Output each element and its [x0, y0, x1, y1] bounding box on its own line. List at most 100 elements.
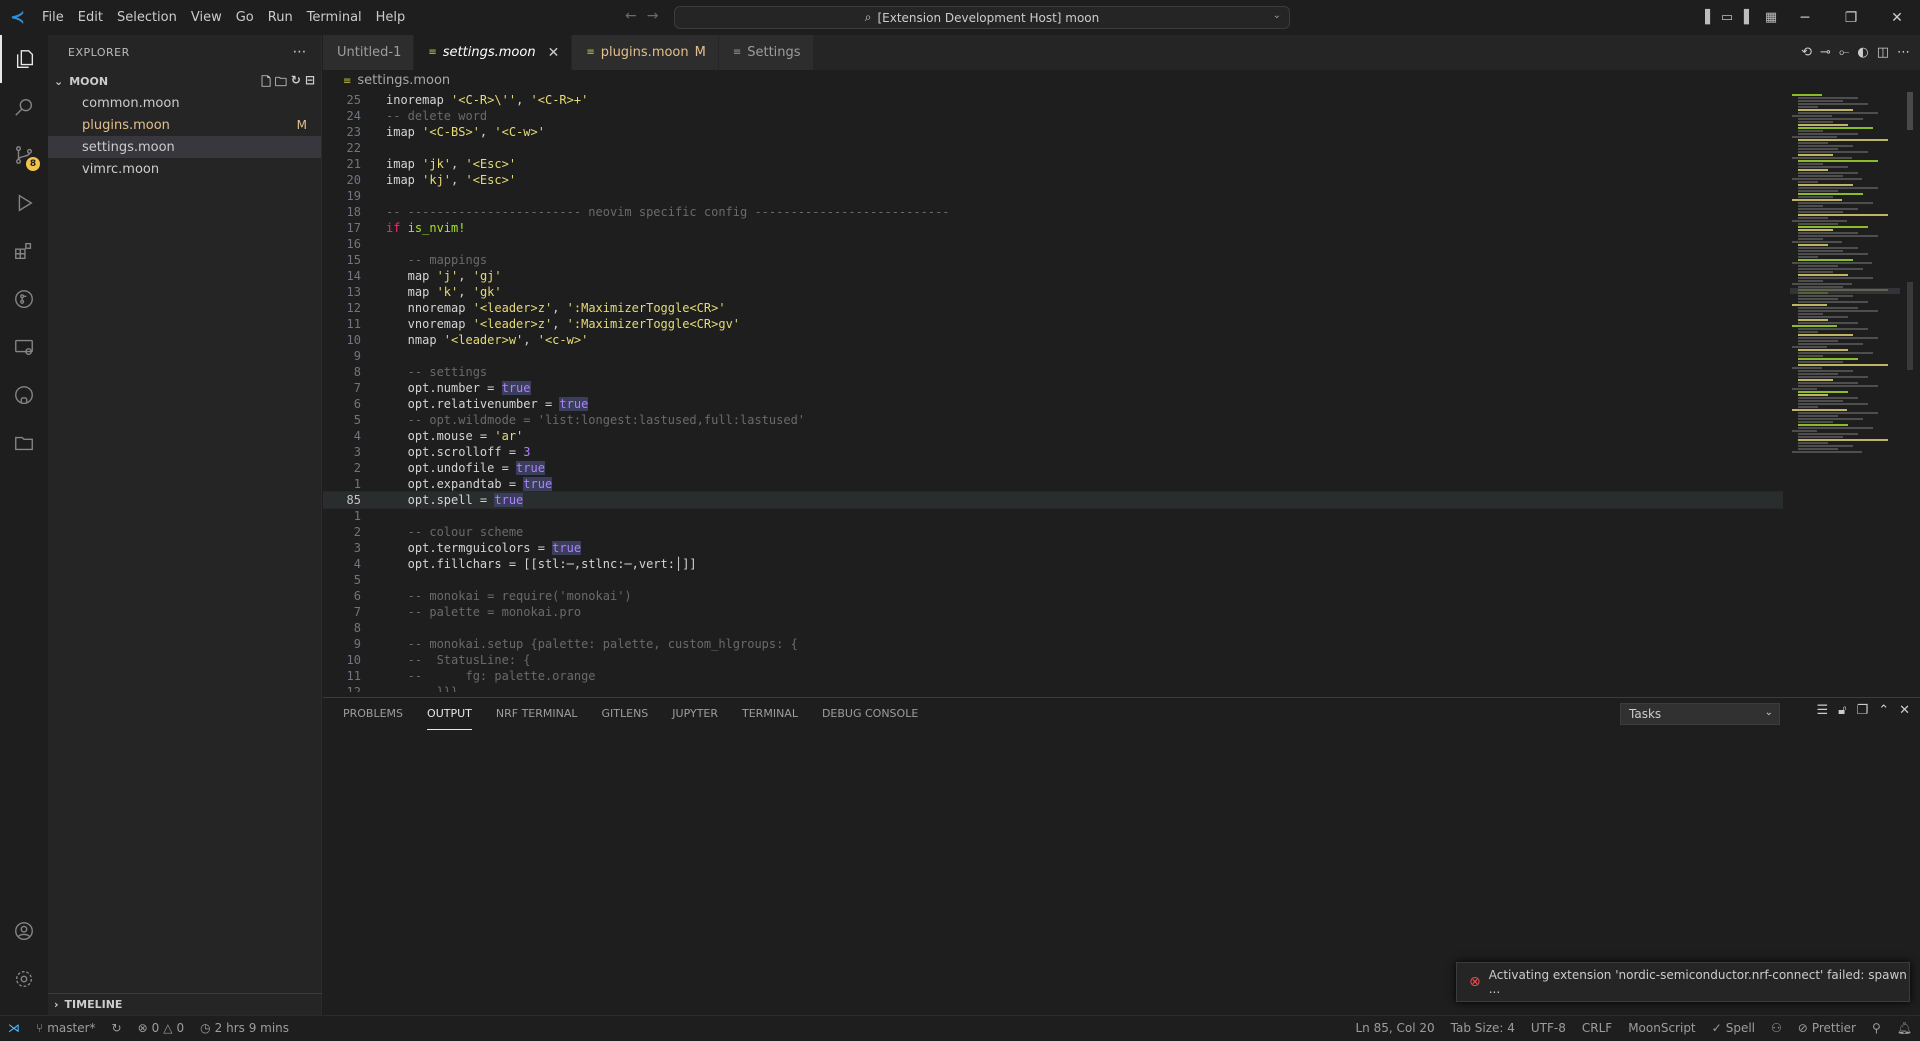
file-settings-moon[interactable]: settings.moon — [48, 136, 321, 158]
time-tracker[interactable]: ◷ 2 hrs 9 mins — [192, 1016, 297, 1041]
file-plugins-moon[interactable]: plugins.moon M — [48, 114, 321, 136]
more-actions-icon[interactable]: ⋯ — [293, 44, 308, 60]
toggle-secondary-sidebar-icon[interactable]: ▌ — [1738, 7, 1760, 29]
prettier-status[interactable]: ⊘ Prettier — [1790, 1016, 1864, 1041]
minimap-viewport[interactable] — [1790, 288, 1900, 294]
menu-help[interactable]: Help — [369, 0, 413, 35]
forward-arrow-icon[interactable]: → — [647, 8, 669, 24]
menu-terminal[interactable]: Terminal — [300, 0, 369, 35]
folder-moon[interactable]: ⌄ MOON 🗋 🗀 ↻ ⊟ — [48, 70, 321, 92]
output-channel-select[interactable]: Tasks ⌄ — [1620, 703, 1780, 725]
panel-tab-debug-console[interactable]: DEBUG CONSOLE — [822, 698, 918, 730]
code-line[interactable]: 14 map 'j', 'gj' — [323, 268, 1783, 284]
code-line[interactable]: 8 -- settings — [323, 364, 1783, 380]
code-line[interactable]: 9 -- monokai.setup {palette: palette, cu… — [323, 636, 1783, 652]
error-notification[interactable]: ⊗ Activating extension 'nordic-semicondu… — [1456, 962, 1910, 1002]
command-center[interactable]: ⌕ [Extension Development Host] moon ⌄ — [674, 6, 1290, 29]
lock-scroll-icon[interactable]: 🔓︎ — [1838, 703, 1846, 718]
branch-status[interactable]: ⑂ master* — [28, 1016, 104, 1041]
code-line[interactable]: 8 — [323, 620, 1783, 636]
more-actions-icon[interactable]: ⋯ — [1897, 45, 1910, 60]
menu-selection[interactable]: Selection — [110, 0, 184, 35]
code-line[interactable]: 21 imap 'jk', '<Esc>' — [323, 156, 1783, 172]
minimap[interactable] — [1790, 92, 1900, 692]
code-line[interactable]: 6 -- monokai = require('monokai') — [323, 588, 1783, 604]
encoding[interactable]: UTF-8 — [1523, 1016, 1574, 1041]
code-line[interactable]: 24 -- delete word — [323, 108, 1783, 124]
panel-tab-terminal[interactable]: TERMINAL — [742, 698, 798, 730]
code-line[interactable]: 19 — [323, 188, 1783, 204]
refresh-icon[interactable]: ↻ — [291, 73, 301, 94]
code-line[interactable]: 11 vnoremap '<leader>z', ':MaximizerTogg… — [323, 316, 1783, 332]
file-common-moon[interactable]: common.moon — [48, 92, 321, 114]
gear-icon[interactable] — [0, 955, 48, 1003]
explorer-icon[interactable] — [0, 35, 48, 83]
notifications-bell-icon[interactable]: 🔔︎ — [1889, 1016, 1920, 1041]
code-line[interactable]: 1 — [323, 508, 1783, 524]
code-line[interactable]: 9 — [323, 348, 1783, 364]
account-icon[interactable] — [0, 907, 48, 955]
code-line[interactable]: 15 -- mappings — [323, 252, 1783, 268]
timeline-section[interactable]: › TIMELINE — [48, 993, 322, 1015]
remote-indicator[interactable]: ⋊ — [0, 1016, 28, 1041]
clear-output-icon[interactable]: ☰ — [1816, 703, 1828, 718]
code-line[interactable]: 20 imap 'kj', '<Esc>' — [323, 172, 1783, 188]
code-line[interactable]: 3 opt.termguicolors = true — [323, 540, 1783, 556]
panel-tab-jupyter[interactable]: JUPYTER — [672, 698, 718, 730]
toggle-primary-sidebar-icon[interactable]: ▐ — [1694, 7, 1716, 29]
collapse-all-icon[interactable]: ⊟ — [305, 73, 315, 94]
github-icon[interactable] — [0, 371, 48, 419]
menu-go[interactable]: Go — [229, 0, 261, 35]
code-line[interactable]: 16 — [323, 236, 1783, 252]
code-line[interactable]: 7 -- palette = monokai.pro — [323, 604, 1783, 620]
tab-untitled-1[interactable]: Untitled-1 — [323, 35, 415, 70]
search-view-icon[interactable] — [0, 83, 48, 131]
minimize-button[interactable]: ─ — [1782, 0, 1828, 35]
code-line[interactable]: 10 -- StatusLine: { — [323, 652, 1783, 668]
language-mode[interactable]: MoonScript — [1620, 1016, 1703, 1041]
code-line[interactable]: 3 opt.scrolloff = 3 — [323, 444, 1783, 460]
file-vimrc-moon[interactable]: vimrc.moon — [48, 158, 321, 180]
menu-view[interactable]: View — [184, 0, 229, 35]
tab-settings-moon[interactable]: ≡ settings.moon ✕ — [414, 35, 573, 70]
source-control-icon[interactable]: 8 — [0, 131, 48, 179]
code-line[interactable]: 6 opt.relativenumber = true — [323, 396, 1783, 412]
close-icon[interactable]: ✕ — [548, 45, 560, 61]
code-line[interactable]: 2 opt.undofile = true — [323, 460, 1783, 476]
code-line[interactable]: 10 nmap '<leader>w', '<c-w>' — [323, 332, 1783, 348]
close-panel-icon[interactable]: ✕ — [1899, 703, 1910, 718]
code-line[interactable]: 85 opt.spell = true — [323, 491, 1783, 509]
breadcrumb[interactable]: ≡ settings.moon — [323, 70, 450, 92]
code-line[interactable]: 17 if is_nvim! — [323, 220, 1783, 236]
code-line[interactable]: 5 — [323, 572, 1783, 588]
extensions-icon[interactable] — [0, 227, 48, 275]
split-editor-icon[interactable]: ◫ — [1877, 45, 1889, 60]
tab-plugins-moon[interactable]: ≡ plugins.moon M — [572, 35, 719, 70]
code-line[interactable]: 22 — [323, 140, 1783, 156]
toggle-panel-icon[interactable]: ▭ — [1716, 7, 1738, 29]
cursor-position[interactable]: Ln 85, Col 20 — [1347, 1016, 1442, 1041]
panel-tab-output[interactable]: OUTPUT — [427, 698, 472, 730]
tab-size[interactable]: Tab Size: 4 — [1443, 1016, 1523, 1041]
code-line[interactable]: 1 opt.expandtab = true — [323, 476, 1783, 492]
scroll-thumb[interactable] — [1907, 92, 1913, 130]
menu-file[interactable]: File — [35, 0, 71, 35]
code-line[interactable]: 7 opt.number = true — [323, 380, 1783, 396]
code-line[interactable]: 2 -- colour scheme — [323, 524, 1783, 540]
remote-explorer-icon[interactable] — [0, 323, 48, 371]
spell-status[interactable]: ✓ Spell — [1704, 1016, 1763, 1041]
code-line[interactable]: 12 -- }}} — [323, 684, 1783, 692]
code-line[interactable]: 5 -- opt.wildmode = 'list:longest:lastus… — [323, 412, 1783, 428]
editor-scrollbar[interactable] — [1907, 92, 1913, 692]
menu-run[interactable]: Run — [261, 0, 300, 35]
close-window-button[interactable]: ✕ — [1874, 0, 1920, 35]
tab-settings[interactable]: ≡ Settings — [718, 35, 814, 70]
new-folder-icon[interactable]: 🗀 — [275, 73, 287, 94]
copilot-icon[interactable]: ⚇ — [1763, 1016, 1790, 1041]
problems-status[interactable]: ⊗ 0 △ 0 — [130, 1016, 193, 1041]
code-line[interactable]: 12 nnoremap '<leader>z', ':MaximizerTogg… — [323, 300, 1783, 316]
panel-tab-problems[interactable]: PROBLEMS — [343, 698, 403, 730]
maximize-panel-icon[interactable]: ⌃ — [1878, 703, 1889, 718]
code-editor[interactable]: 25 inoremap '<C-R>\'', '<C-R>+' 24 -- delet… — [323, 92, 1783, 692]
sync-icon[interactable]: ↻ — [104, 1016, 130, 1041]
